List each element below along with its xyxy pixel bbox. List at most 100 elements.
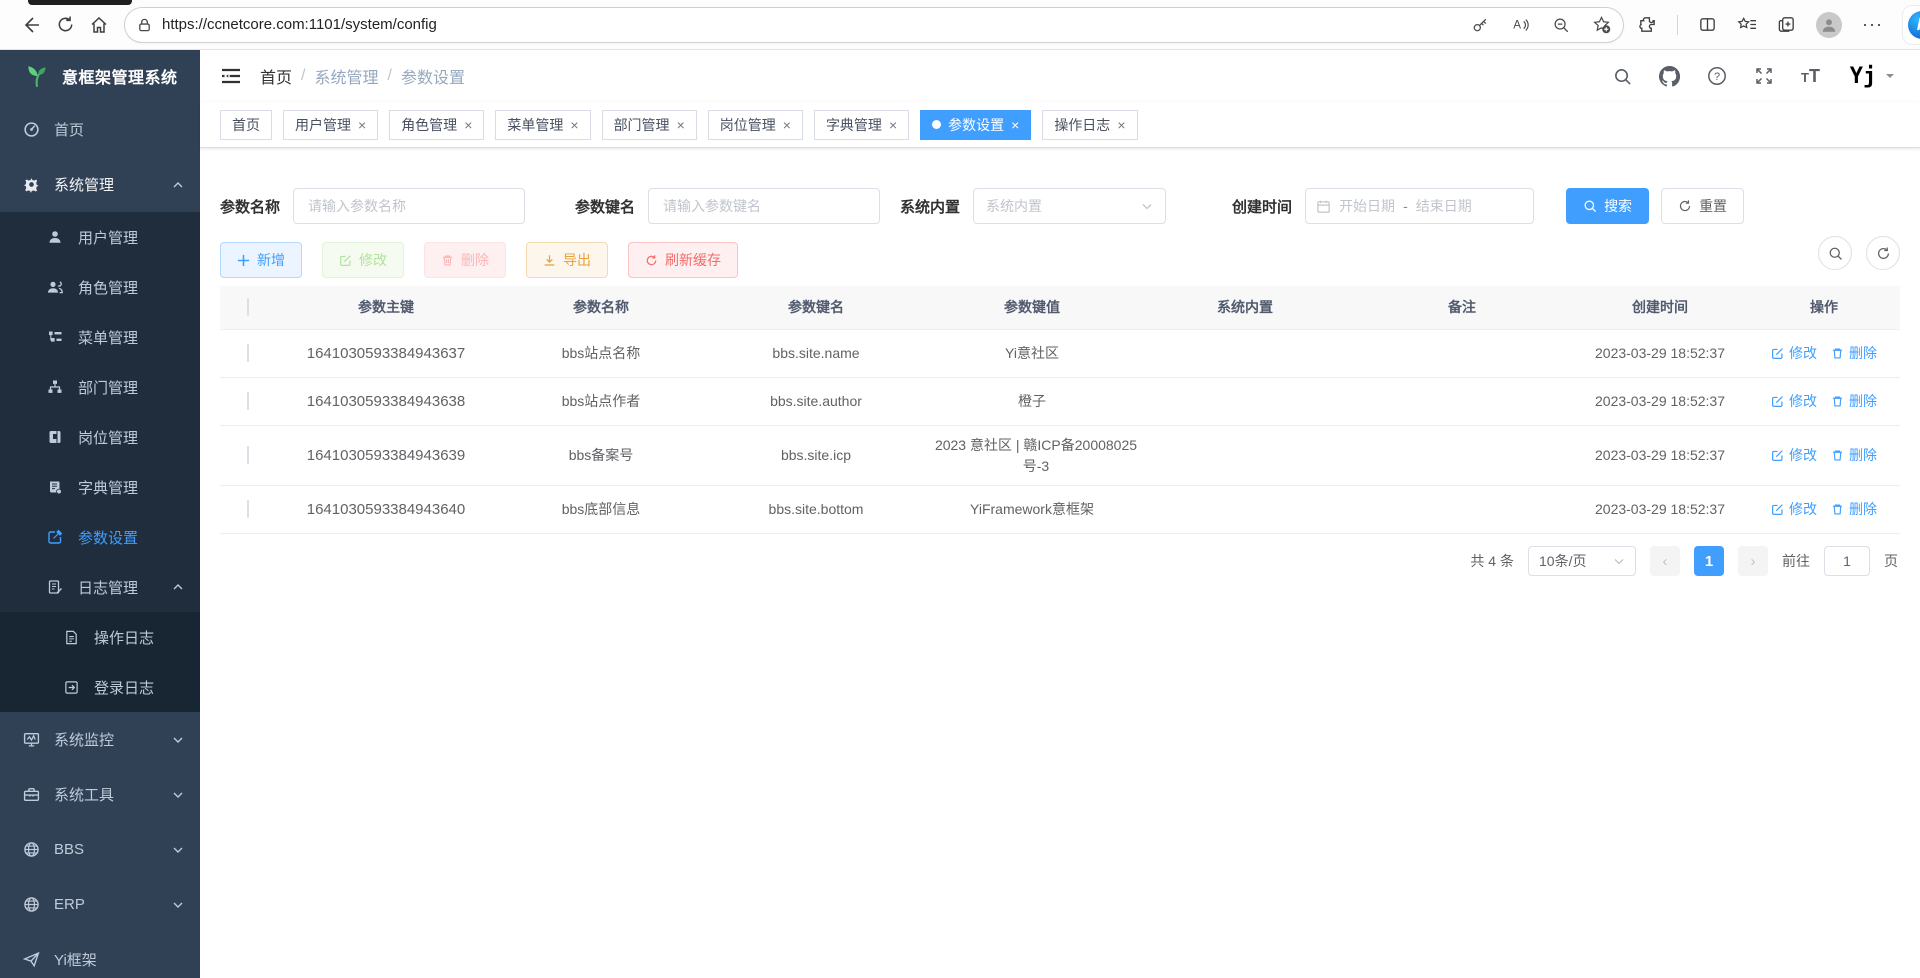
sidebar-item-menu-management[interactable]: 菜单管理 [0,312,200,362]
tab-role-management[interactable]: 角色管理 × [389,110,484,140]
search-icon[interactable] [1613,67,1632,86]
sidebar-item-system-management[interactable]: 系统管理 [0,157,200,212]
plus-icon [237,254,250,267]
font-size-icon[interactable]: TT [1801,66,1820,87]
tab-user-management[interactable]: 用户管理× [283,110,378,140]
tab-close-icon[interactable]: × [783,117,791,133]
tab-close-icon[interactable]: × [358,117,366,133]
row-edit-link[interactable]: 修改 [1771,445,1817,465]
row-delete-link[interactable]: 删除 [1831,499,1877,519]
tab-department-management[interactable]: 部门管理× [602,110,697,140]
page-size-select[interactable]: 10条/页 [1528,546,1636,576]
refresh-table-button[interactable] [1866,236,1900,270]
browser-back-button[interactable] [14,8,48,42]
tab-close-icon[interactable]: × [570,117,578,133]
row-edit-link[interactable]: 修改 [1771,391,1817,411]
tab-close-icon[interactable]: × [1117,117,1125,133]
tab-home[interactable]: 首页 [220,110,272,140]
sidebar-item-login-log[interactable]: 登录日志 [0,662,200,712]
edit-square-icon [46,528,64,546]
add-button[interactable]: 新增 [220,242,302,278]
browser-refresh-button[interactable] [48,8,82,42]
sidebar-item-user-management[interactable]: 用户管理 [0,212,200,262]
filter-name-input[interactable] [293,188,525,224]
sidebar-item-operation-log[interactable]: 操作日志 [0,612,200,662]
cell-config-id: 1641030593384943640 [276,493,496,527]
extensions-icon[interactable] [1638,15,1657,34]
sidebar-item-bbs[interactable]: BBS [0,822,200,877]
tab-dict-management[interactable]: 字典管理× [814,110,909,140]
sidebar-item-log-management[interactable]: 日志管理 [0,562,200,612]
zoom-out-icon[interactable] [1552,16,1570,34]
toggle-search-button[interactable] [1818,236,1852,270]
browser-menu-dots[interactable]: ··· [1862,14,1883,35]
tab-close-icon[interactable]: × [677,117,685,133]
org-tree-icon [46,378,64,396]
sidebar-item-system-tools[interactable]: 系统工具 [0,767,200,822]
sidebar-item-label: 参数设置 [78,527,138,548]
help-icon[interactable]: ? [1707,66,1727,86]
url-text[interactable]: https://ccnetcore.com:1101/system/config [162,16,1471,33]
user-menu[interactable]: Yj [1847,60,1894,92]
filter-date-range[interactable]: 开始日期 - 结束日期 [1305,188,1534,224]
filter-builtin-select[interactable]: 系统内置 [973,188,1166,224]
sidebar-item-yi-framework[interactable]: Yi框架 [0,932,200,978]
row-checkbox[interactable] [247,500,249,518]
tab-menu-management[interactable]: 菜单管理× [495,110,590,140]
browser-profile-avatar[interactable] [1816,12,1842,38]
row-delete-link[interactable]: 删除 [1831,343,1877,363]
cell-remark [1352,396,1572,408]
collections-icon[interactable] [1777,15,1796,34]
bing-copilot-button[interactable]: b [1903,6,1920,44]
row-delete-link[interactable]: 删除 [1831,391,1877,411]
filter-key-input[interactable] [648,188,880,224]
sidebar-item-dict-management[interactable]: 字典管理 [0,462,200,512]
sidebar-collapse-button[interactable] [218,63,244,89]
row-edit-link[interactable]: 修改 [1771,499,1817,519]
tab-close-icon[interactable]: × [1011,117,1019,133]
tab-label: 角色管理 [401,115,457,135]
fullscreen-icon[interactable] [1754,66,1774,86]
delete-button[interactable]: 删除 [424,242,506,278]
password-key-icon[interactable] [1471,16,1489,34]
log-icon [46,578,64,596]
address-bar[interactable]: https://ccnetcore.com:1101/system/config… [124,7,1624,43]
sidebar-item-label: 岗位管理 [78,427,138,448]
sidebar-item-home[interactable]: 首页 [0,102,200,157]
github-icon[interactable] [1659,66,1680,87]
edit-button[interactable]: 修改 [322,242,404,278]
sidebar-item-config-settings[interactable]: 参数设置 [0,512,200,562]
split-screen-icon[interactable] [1698,15,1717,34]
sidebar-item-system-monitor[interactable]: 系统监控 [0,712,200,767]
refresh-cache-button[interactable]: 刷新缓存 [628,242,738,278]
tab-close-icon[interactable]: × [889,117,897,133]
document-icon [62,628,80,646]
row-checkbox[interactable] [247,344,249,362]
prev-page-button[interactable]: ‹ [1650,546,1680,576]
sidebar-item-role-management[interactable]: 角色管理 [0,262,200,312]
row-checkbox[interactable] [247,392,249,410]
search-button[interactable]: 搜索 [1566,188,1649,224]
breadcrumb-home[interactable]: 首页 [260,64,292,88]
favorites-bar-icon[interactable] [1737,15,1757,34]
sidebar-item-erp[interactable]: ERP [0,877,200,932]
tab-post-management[interactable]: 岗位管理× [708,110,803,140]
tab-close-icon[interactable]: × [464,117,472,133]
reset-button[interactable]: 重置 [1661,188,1744,224]
tab-operation-log[interactable]: 操作日志× [1042,110,1137,140]
sidebar-item-post-management[interactable]: 岗位管理 [0,412,200,462]
tab-config-settings[interactable]: 参数设置× [920,110,1031,140]
goto-page-input[interactable] [1824,546,1870,576]
next-page-button[interactable]: › [1738,546,1768,576]
read-aloud-icon[interactable]: A [1511,16,1530,34]
page-number-button[interactable]: 1 [1694,546,1724,576]
date-end-placeholder: 结束日期 [1416,196,1472,216]
row-delete-link[interactable]: 删除 [1831,445,1877,465]
export-button[interactable]: 导出 [526,242,608,278]
row-checkbox[interactable] [247,446,249,464]
sidebar-item-department-management[interactable]: 部门管理 [0,362,200,412]
select-all-checkbox[interactable] [247,298,249,316]
row-edit-link[interactable]: 修改 [1771,343,1817,363]
browser-home-button[interactable] [82,8,116,42]
favorite-star-icon[interactable] [1592,15,1611,34]
